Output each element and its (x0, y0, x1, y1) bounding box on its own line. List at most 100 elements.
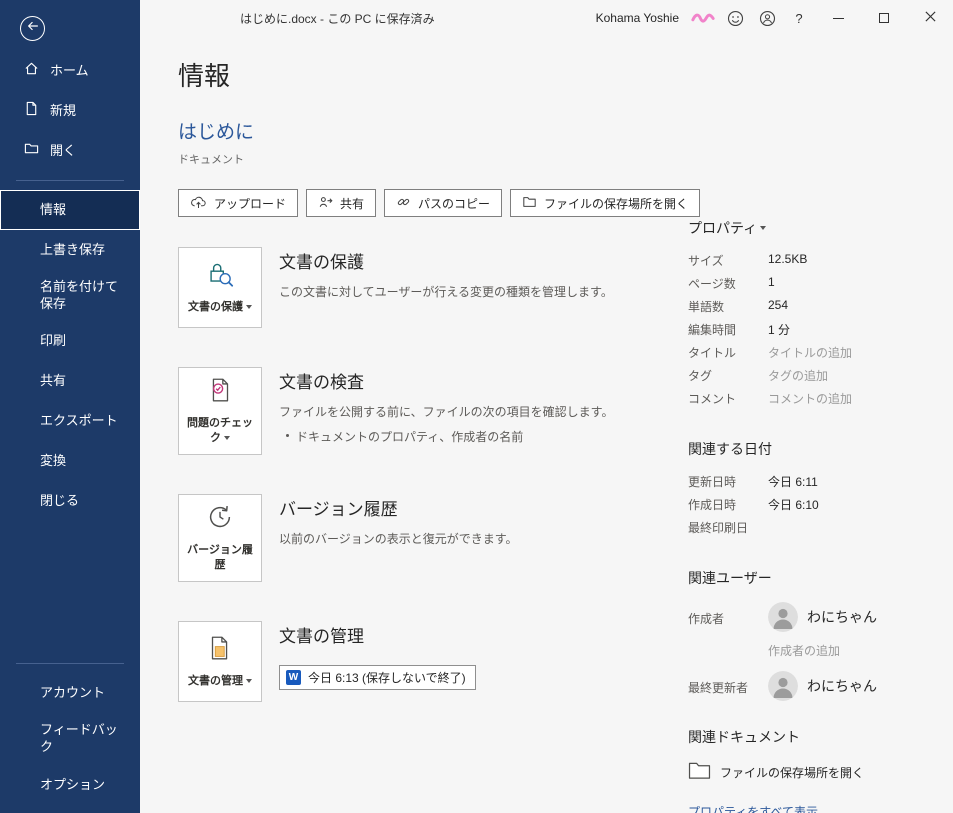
sidebar-item-label: エクスポート (40, 413, 118, 429)
properties-heading[interactable]: プロパティ (688, 218, 913, 238)
section-title: 文書の保護 (279, 253, 364, 272)
open-file-location-button[interactable]: ファイルの保存場所を開く (510, 189, 701, 217)
manage-document-button[interactable]: 文書の管理 (178, 620, 262, 702)
sidebar-item-transform[interactable]: 変換 (0, 442, 140, 482)
add-comments-link[interactable]: コメントの追加 (768, 390, 852, 407)
minimize-button[interactable] (815, 0, 861, 36)
copy-path-button-label: パスのコピー (418, 196, 491, 211)
folder-icon (522, 195, 537, 212)
document-actions-toolbar: アップロード 共有 パスのコピー ファイルの保存場所を開く (178, 189, 701, 217)
section-version-history: バージョン履歴 バージョン履歴 以前のバージョンの表示と復元ができます。 (178, 493, 676, 582)
inspect-bullet-item: ドキュメントのプロパティ、作成者の名前 (279, 428, 613, 445)
open-file-location-row[interactable]: ファイルの保存場所を開く (688, 761, 913, 783)
protect-lock-icon (205, 259, 235, 294)
sidebar-item-home[interactable]: ホーム (0, 51, 140, 91)
section-inspect-document: 問題のチェック 文書の検査 ファイルを公開する前に、ファイルの次の項目を確認しま… (178, 367, 676, 455)
sidebar-item-save[interactable]: 上書き保存 (0, 230, 140, 270)
upload-button[interactable]: アップロード (178, 189, 299, 217)
page-title: 情報 (178, 61, 231, 91)
section-title: 文書の管理 (279, 626, 364, 646)
manage-document-button-label: 文書の管理 (188, 674, 252, 689)
show-all-properties-link[interactable]: プロパティをすべて表示 (688, 803, 818, 813)
author-row: 作成者 わにちゃん (688, 602, 913, 632)
sidebar-item-label: 新規 (50, 102, 77, 118)
manage-document-icon (205, 633, 235, 668)
date-row-last-printed: 最終印刷日 (688, 521, 749, 535)
share-icon (318, 195, 333, 212)
minimize-icon (832, 17, 844, 19)
sidebar-divider (16, 180, 124, 181)
sidebar-item-label: ホーム (50, 62, 89, 78)
section-title: 文書の検査 (279, 373, 364, 392)
section-description: 以前のバージョンの表示と復元ができます。 (279, 531, 518, 546)
open-folder-icon (24, 141, 39, 161)
section-manage-document: 文書の管理 文書の管理 W 今日 6:13 (保存しないで終了) (178, 620, 676, 702)
back-button[interactable] (20, 16, 45, 41)
titlebar: はじめに.docx - この PC に保存済み Kohama Yoshie ? (140, 0, 953, 36)
folder-large-icon (688, 761, 711, 783)
sidebar-item-feedback[interactable]: フィードバック (0, 713, 140, 765)
add-tags-link[interactable]: タグの追加 (768, 367, 828, 384)
sidebar-item-label: 印刷 (40, 333, 67, 349)
add-author-link[interactable]: 作成者の追加 (768, 642, 913, 659)
info-page: 情報 はじめに ドキュメント アップロード 共有 パスのコピー ファイルの保存場… (140, 36, 953, 813)
add-title-link[interactable]: タイトルの追加 (768, 344, 852, 361)
author-name: わにちゃん (807, 609, 877, 625)
sidebar-item-label: 変換 (40, 453, 67, 469)
sidebar-item-label: 開く (50, 142, 77, 158)
window-title: はじめに.docx - この PC に保存済み (240, 11, 435, 26)
section-description: この文書に対してユーザーが行える変更の種類を管理します。 (279, 285, 613, 299)
help-button[interactable]: ? (783, 0, 815, 36)
open-file-location-row-label: ファイルの保存場所を開く (720, 765, 865, 780)
share-button[interactable]: 共有 (306, 189, 377, 217)
unsaved-version-label: 今日 6:13 (保存しないで終了) (308, 670, 466, 685)
sidebar-item-info[interactable]: 情報 (0, 190, 140, 230)
copy-path-button[interactable]: パスのコピー (384, 189, 503, 217)
back-arrow-icon (26, 19, 40, 38)
document-type-label: ドキュメント (178, 154, 244, 166)
modifier-avatar (768, 671, 798, 701)
sidebar-item-label: オプション (40, 776, 106, 792)
related-dates-heading: 関連する日付 (688, 441, 772, 457)
author-avatar (768, 602, 798, 632)
chevron-down-icon (246, 305, 252, 310)
property-row-pages: ページ数 1 (688, 275, 775, 291)
sidebar-item-account[interactable]: アカウント (0, 673, 140, 713)
sidebar-item-open[interactable]: 開く (0, 131, 140, 171)
author-person-card[interactable]: わにちゃん (768, 602, 877, 632)
upload-button-label: アップロード (214, 196, 287, 211)
sidebar-divider (16, 663, 124, 665)
avatar-scribble[interactable] (687, 0, 719, 36)
property-row-comments: コメント コメントの追加 (688, 390, 853, 407)
sidebar-item-label: 上書き保存 (40, 241, 106, 257)
property-row-title: タイトル タイトルの追加 (688, 344, 853, 361)
maximize-button[interactable] (861, 0, 907, 36)
sidebar-item-new[interactable]: 新規 (0, 91, 140, 131)
sidebar-item-save-as[interactable]: 名前を付けて保存 (0, 270, 140, 322)
chevron-down-icon (224, 436, 230, 441)
date-row-created: 作成日時 今日 6:10 (688, 498, 819, 512)
sidebar-item-close[interactable]: 閉じる (0, 482, 140, 522)
property-row-words: 単語数 254 (688, 298, 789, 314)
feedback-smiley-icon[interactable] (719, 0, 751, 36)
modifier-person-card[interactable]: わにちゃん (768, 671, 877, 701)
sidebar-item-print[interactable]: 印刷 (0, 322, 140, 362)
sidebar-item-options[interactable]: オプション (0, 765, 140, 805)
last-modified-by-row: 最終更新者 わにちゃん (688, 671, 913, 701)
account-person-icon[interactable] (751, 0, 783, 36)
chevron-down-icon (760, 226, 767, 230)
related-people-heading: 関連ユーザー (688, 570, 772, 586)
share-button-label: 共有 (340, 196, 365, 211)
property-row-tags: タグ タグの追加 (688, 367, 829, 384)
protect-document-button[interactable]: 文書の保護 (178, 247, 262, 328)
properties-panel: プロパティ サイズ 12.5KB ページ数 1 単語数 254 編集時間 1 分 (688, 36, 953, 813)
check-for-issues-button[interactable]: 問題のチェック (178, 367, 262, 455)
related-documents-heading: 関連ドキュメント (688, 729, 800, 745)
version-history-button[interactable]: バージョン履歴 (178, 493, 262, 582)
close-button[interactable] (907, 0, 953, 36)
sidebar-item-share[interactable]: 共有 (0, 362, 140, 402)
sidebar-item-export[interactable]: エクスポート (0, 402, 140, 442)
unsaved-version-entry[interactable]: W 今日 6:13 (保存しないで終了) (279, 664, 476, 690)
word-backstage-window: ホーム 新規 開く 情報 上書き保存 名前を付けて保存 印刷 共有 エクスポート… (0, 0, 953, 813)
account-user-name[interactable]: Kohama Yoshie (596, 11, 679, 25)
